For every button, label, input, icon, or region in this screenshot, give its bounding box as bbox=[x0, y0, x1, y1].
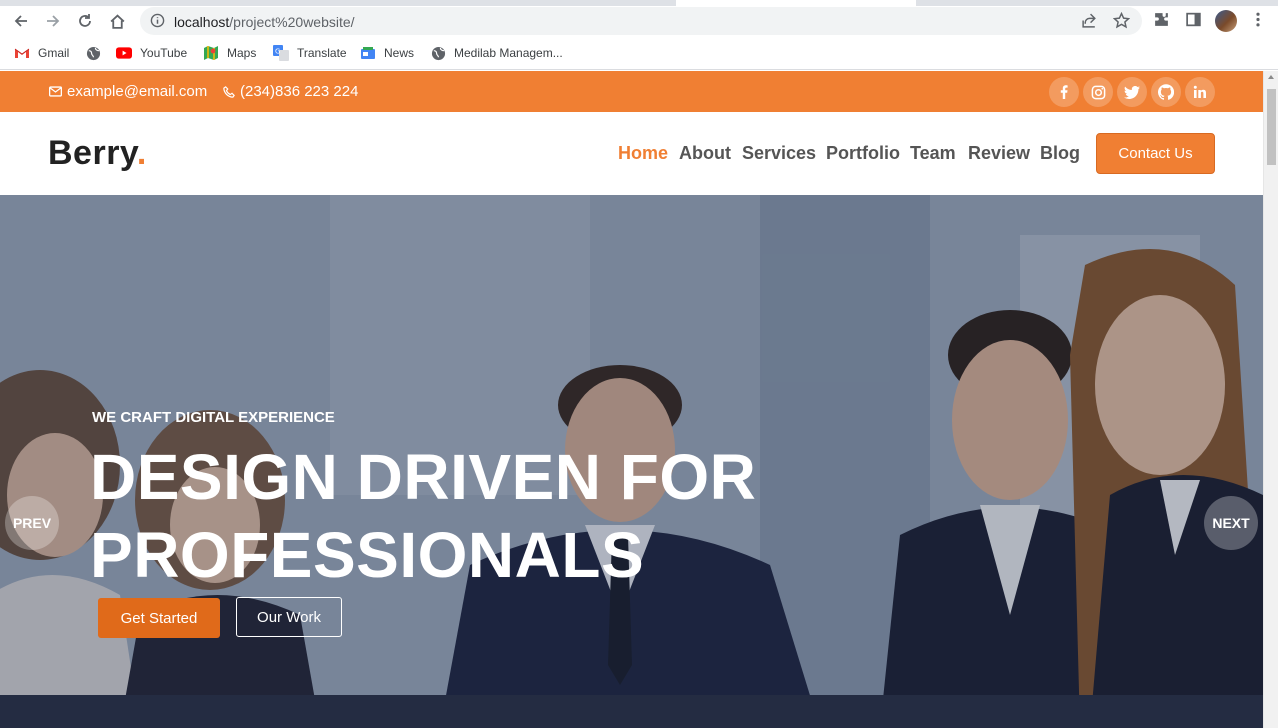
home-icon bbox=[110, 13, 124, 29]
url-text: localhost/project%20website/ bbox=[174, 14, 355, 30]
logo-dot: . bbox=[136, 134, 147, 172]
bookmark-label: Gmail bbox=[38, 46, 70, 60]
top-contact-bar: example@email.com (234)836 223 224 bbox=[0, 71, 1263, 112]
hero-eyebrow: WE CRAFT DIGITAL EXPERIENCE bbox=[92, 409, 335, 426]
bookmark-maps[interactable]: Maps bbox=[203, 45, 256, 61]
linkedin-icon bbox=[1193, 85, 1206, 98]
extensions-icon[interactable] bbox=[1153, 11, 1170, 33]
address-bar[interactable]: localhost/project%20website/ bbox=[140, 7, 1142, 35]
bookmarks-bar: Gmail YouTube Maps G Translate News Medi… bbox=[0, 36, 1278, 70]
side-panel-icon[interactable] bbox=[1185, 11, 1202, 33]
svg-text:G: G bbox=[275, 48, 280, 56]
scroll-up-arrow-icon[interactable] bbox=[1268, 75, 1274, 79]
headline-line-1: DESIGN DRIVEN FOR bbox=[90, 441, 757, 513]
home-button[interactable] bbox=[104, 8, 130, 34]
nav-portfolio[interactable]: Portfolio bbox=[826, 143, 900, 164]
globe-icon bbox=[430, 45, 446, 61]
headline-line-2: PROFESSIONALS bbox=[90, 519, 645, 591]
instagram-icon bbox=[1091, 85, 1105, 99]
url-path: /project%20website/ bbox=[229, 14, 355, 30]
bookmark-translate[interactable]: G Translate bbox=[273, 45, 347, 61]
nav-home[interactable]: Home bbox=[618, 143, 668, 164]
phone-contact[interactable]: (234)836 223 224 bbox=[223, 83, 358, 100]
bookmark-label: Translate bbox=[297, 46, 347, 60]
phone-icon bbox=[223, 85, 235, 98]
site-logo[interactable]: Berry. bbox=[48, 134, 147, 173]
nav-blog[interactable]: Blog bbox=[1040, 143, 1080, 164]
twitter-link[interactable] bbox=[1117, 77, 1147, 107]
bookmark-globe[interactable] bbox=[85, 45, 109, 61]
get-started-button[interactable]: Get Started bbox=[98, 598, 220, 638]
arrow-left-icon bbox=[14, 15, 27, 27]
youtube-icon bbox=[116, 45, 132, 61]
our-work-button[interactable]: Our Work bbox=[236, 597, 342, 637]
facebook-icon bbox=[1060, 85, 1068, 99]
back-button[interactable] bbox=[8, 8, 34, 34]
bookmark-news[interactable]: News bbox=[360, 45, 414, 61]
envelope-icon bbox=[49, 86, 62, 97]
page-viewport: example@email.com (234)836 223 224 Berry… bbox=[0, 71, 1263, 728]
nav-about[interactable]: About bbox=[679, 143, 731, 164]
reload-button[interactable] bbox=[72, 8, 98, 34]
github-icon bbox=[1158, 84, 1174, 100]
page-scrollbar[interactable] bbox=[1263, 71, 1278, 728]
prev-slide-button[interactable]: PREV bbox=[5, 496, 59, 550]
hero-headline: DESIGN DRIVEN FOR PROFESSIONALS bbox=[90, 438, 756, 594]
nav-services[interactable]: Services bbox=[742, 143, 816, 164]
nav-review[interactable]: Review bbox=[968, 143, 1030, 164]
linkedin-link[interactable] bbox=[1185, 77, 1215, 107]
next-slide-button[interactable]: NEXT bbox=[1204, 496, 1258, 550]
news-icon bbox=[360, 45, 376, 61]
bookmark-star-icon[interactable] bbox=[1112, 11, 1131, 34]
url-host: localhost bbox=[174, 14, 230, 30]
browser-menu-icon[interactable] bbox=[1252, 11, 1264, 33]
arrow-right-icon bbox=[47, 15, 60, 27]
phone-text: (234)836 223 224 bbox=[240, 83, 359, 100]
maps-icon bbox=[203, 45, 219, 61]
github-link[interactable] bbox=[1151, 77, 1181, 107]
site-header: Berry. Home About Services Portfolio Tea… bbox=[0, 112, 1263, 195]
bookmark-medilab[interactable]: Medilab Managem... bbox=[430, 45, 563, 61]
twitter-icon bbox=[1124, 85, 1140, 99]
globe-icon bbox=[85, 45, 101, 61]
contact-us-button[interactable]: Contact Us bbox=[1096, 133, 1215, 174]
bookmark-label: News bbox=[384, 46, 415, 60]
nav-team[interactable]: Team bbox=[910, 143, 956, 164]
instagram-link[interactable] bbox=[1083, 77, 1113, 107]
share-icon[interactable] bbox=[1081, 12, 1098, 34]
email-contact[interactable]: example@email.com bbox=[49, 83, 207, 100]
forward-button[interactable] bbox=[40, 8, 66, 34]
translate-icon: G bbox=[273, 45, 289, 61]
profile-avatar[interactable] bbox=[1215, 10, 1237, 32]
reload-icon bbox=[79, 14, 91, 27]
email-text: example@email.com bbox=[67, 83, 208, 100]
hero-slider: WE CRAFT DIGITAL EXPERIENCE DESIGN DRIVE… bbox=[0, 195, 1263, 728]
gmail-icon bbox=[14, 45, 30, 61]
site-info-icon[interactable] bbox=[150, 13, 165, 33]
browser-toolbar: localhost/project%20website/ bbox=[0, 6, 1278, 36]
bookmark-label: Maps bbox=[227, 46, 257, 60]
bookmark-label: Medilab Managem... bbox=[454, 46, 563, 60]
bookmark-gmail[interactable]: Gmail bbox=[14, 45, 69, 61]
bookmark-label: YouTube bbox=[140, 46, 188, 60]
logo-text: Berry bbox=[48, 134, 137, 172]
scrollbar-thumb[interactable] bbox=[1267, 89, 1276, 165]
bookmark-youtube[interactable]: YouTube bbox=[116, 45, 187, 61]
facebook-link[interactable] bbox=[1049, 77, 1079, 107]
